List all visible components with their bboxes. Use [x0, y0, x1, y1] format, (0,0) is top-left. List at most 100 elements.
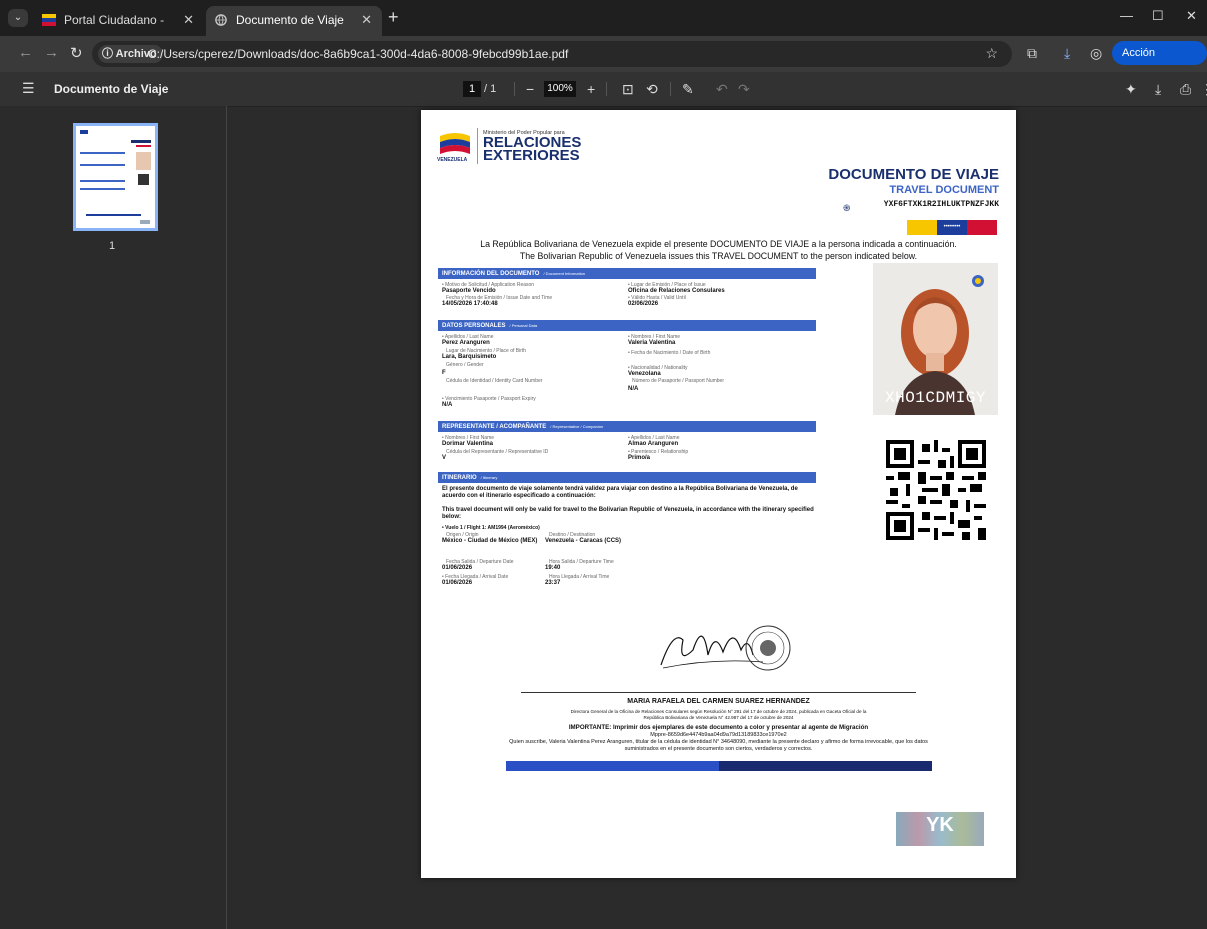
venezuela-flag-icon — [42, 14, 56, 26]
toolbar: ← → ↻ ⓘ Archivo C:/Users/cperez/Download… — [0, 36, 1207, 72]
declaration-2: suministrados en el presente documento s… — [624, 746, 813, 752]
maximize-button[interactable]: ☐ — [1152, 8, 1164, 24]
section-subtitle: / Personal Data — [509, 323, 538, 328]
passport-value: N/A — [628, 386, 639, 392]
ministry-name-2: EXTERIORES — [483, 147, 580, 164]
address-bar[interactable]: ⓘ Archivo C:/Users/cperez/Downloads/doc-… — [92, 41, 1012, 67]
new-tab-button[interactable]: + — [388, 7, 399, 28]
section-subtitle: / Representative / Companion — [550, 424, 604, 429]
rep-firstname-value: Dorimar Valentina — [442, 441, 494, 447]
close-icon[interactable]: ✕ — [361, 6, 372, 34]
portrait-photo: XHO1CDMIGY — [873, 263, 998, 415]
section-title: ITINERARIO — [442, 475, 477, 481]
reason-value: Pasaporte Vencido — [442, 288, 496, 294]
thumbnail-preview — [80, 130, 151, 224]
tab-portal-ciudadano[interactable]: Portal Ciudadano - Documento ✕ — [34, 6, 204, 55]
origin-value: México - Ciudad de México (MEX) — [442, 538, 538, 544]
window-close-button[interactable]: ✕ — [1186, 8, 1197, 24]
print-icon[interactable]: ⎙ — [1180, 72, 1191, 106]
rep-relation-value: Primo/a — [628, 455, 651, 461]
ai-icon[interactable]: ✦ — [1125, 72, 1137, 106]
arrival-time-value: 23:37 — [545, 580, 561, 586]
fingerprint-icon: ֍ — [843, 203, 851, 213]
departure-date-value: 01/06/2026 — [442, 565, 473, 571]
venezuela-flag-logo — [440, 133, 470, 154]
tab-title: Documento de Viaje — [236, 13, 344, 27]
flag-strip: •••••••• — [907, 220, 997, 235]
redo-icon[interactable]: ↷ — [738, 72, 750, 106]
rotate-icon[interactable]: ⟲ — [646, 72, 658, 106]
zoom-in-button[interactable]: + — [587, 72, 595, 106]
doc-title: DOCUMENTO DE VIAJE — [828, 166, 999, 183]
id-label: Cédula de Identidad / Identity Card Numb… — [446, 378, 543, 384]
pdf-title: Documento de Viaje — [54, 82, 169, 96]
lastname-value: Perez Aranguren — [442, 340, 490, 346]
undo-icon[interactable]: ↶ — [716, 72, 728, 106]
itinerary-notice-en: This travel document will only be valid … — [442, 507, 814, 520]
tab-strip: ⌄ Portal Ciudadano - Documento ✕ Documen… — [0, 0, 1207, 55]
url-text: C:/Users/cperez/Downloads/doc-8a6b9ca1-3… — [148, 47, 569, 61]
zoom-input[interactable]: 100% — [544, 81, 576, 97]
rep-lastname-value: Almao Aranguren — [628, 441, 679, 447]
pdf-page: VENEZUELA Ministerio del Poder Popular p… — [421, 110, 1016, 878]
extensions-icon[interactable]: ⧉ — [1027, 45, 1037, 62]
page-number-input[interactable]: 1 — [463, 81, 481, 97]
tab-documento-de-viaje[interactable]: Documento de Viaje ✕ — [206, 6, 382, 36]
itinerary-notice-es: El presente documento de viaje solamente… — [442, 486, 798, 499]
section-representative: REPRESENTANTE / ACOMPAÑANTE / Representat… — [438, 421, 816, 432]
annotate-icon[interactable]: ✎ — [682, 72, 694, 106]
expiry-value: N/A — [442, 402, 453, 408]
arrival-date-value: 01/06/2026 — [442, 580, 473, 586]
qr-code — [886, 440, 986, 540]
flag-yellow — [907, 220, 937, 235]
bookmark-star-icon[interactable]: ☆ — [985, 45, 998, 62]
flag-red — [967, 220, 997, 235]
download-icon[interactable]: ⤓ — [1064, 45, 1070, 62]
expiry-label: • Vencimiento Pasaporte / Passport Expir… — [442, 396, 536, 402]
more-options-icon[interactable]: ⋮ — [1200, 72, 1207, 106]
section-title: REPRESENTANTE / ACOMPAÑANTE — [442, 424, 547, 430]
download-pdf-icon[interactable]: ⤓ — [1155, 72, 1161, 106]
section-subtitle: / Itinerary — [480, 475, 498, 480]
back-button[interactable]: ← — [18, 44, 33, 61]
section-title: DATOS PERSONALES — [442, 323, 506, 329]
hologram-sticker: YK — [896, 812, 984, 846]
close-icon[interactable]: ✕ — [183, 6, 194, 34]
forward-button[interactable]: → — [44, 44, 59, 61]
info-icon: ⓘ — [102, 48, 116, 60]
photo-code: XHO1CDMIGY — [884, 389, 986, 407]
divider — [606, 82, 607, 96]
gender-value: F — [442, 370, 446, 376]
action-needed-button[interactable]: Acción necesaria ⋮ — [1112, 41, 1207, 83]
page-thumbnail[interactable] — [73, 123, 158, 231]
section-personal-data: DATOS PERSONALES / Personal Data — [438, 320, 816, 331]
tab-search-button[interactable]: ⌄ — [8, 9, 28, 27]
signer-title-2: República Bolivariana de Venezuela N° 42… — [643, 715, 794, 720]
bottom-bar-navy — [719, 761, 932, 771]
profile-icon[interactable]: ◎ — [1090, 45, 1102, 62]
fit-page-icon[interactable]: ⊡ — [622, 72, 634, 106]
doc-code: YXF6FTXK1R2IHLUKTPNZFJKK — [883, 200, 999, 209]
logo-divider — [477, 128, 478, 164]
birthplace-value: Lara, Barquisimeto — [442, 354, 497, 360]
pdf-toolbar: ☰ Documento de Viaje 1 / 1 − 100% + ⊡ ⟲ … — [0, 72, 1207, 107]
divider — [670, 82, 671, 96]
gender-label: Género / Gender — [446, 362, 484, 368]
zoom-out-button[interactable]: − — [526, 72, 534, 106]
flag-blue: •••••••• — [937, 220, 967, 235]
minimize-button[interactable]: — — [1120, 8, 1133, 23]
hologram-text: YK — [926, 814, 954, 836]
departure-time-value: 19:40 — [545, 565, 561, 571]
intro-en: The Bolivarian Republic of Venezuela iss… — [519, 251, 918, 261]
section-itinerary: ITINERARIO / Itinerary — [438, 472, 816, 483]
reload-button[interactable]: ↻ — [70, 44, 83, 62]
intro-es: La República Bolivariana de Venezuela ex… — [480, 239, 957, 249]
place-value: Oficina de Relaciones Consulares — [628, 288, 725, 294]
divider — [514, 82, 515, 96]
valid-value: 02/06/2026 — [628, 301, 659, 307]
page-total: / 1 — [484, 83, 497, 95]
menu-icon[interactable]: ☰ — [22, 80, 35, 97]
bottom-bar-blue — [506, 761, 719, 771]
flight-value: • Vuelo 1 / Flight 1: AM1994 (Aeroméxico… — [442, 525, 540, 531]
destination-value: Venezuela - Caracas (CCS) — [545, 538, 622, 544]
